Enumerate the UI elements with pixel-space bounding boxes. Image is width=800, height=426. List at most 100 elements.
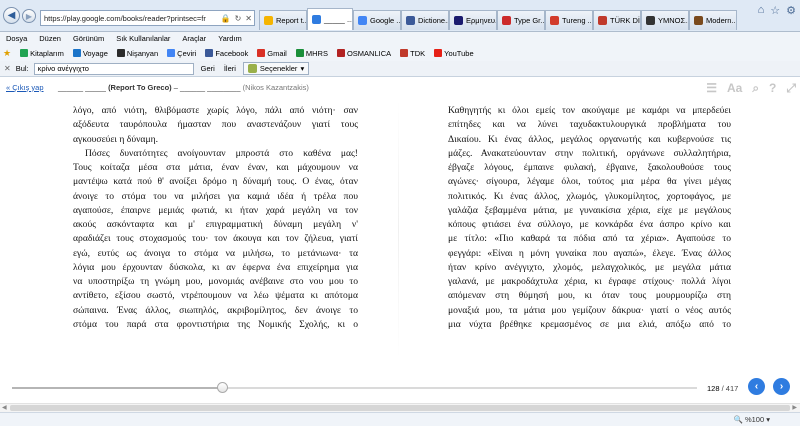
star-icon[interactable]: ☆ [770,4,780,17]
chevron-right-icon: › [779,381,784,392]
text-line: αξόδευτα ταυρόπουλα ήμασταν που αναστενά… [73,119,358,131]
zoom-level[interactable]: 🔍 %100 ▾ [734,415,770,424]
find-prev-button[interactable]: Geri [199,64,217,73]
favorite-link[interactable]: MHRS [295,48,328,58]
home-icon[interactable]: ⌂ [758,4,765,17]
search-icon[interactable]: ⌕ [752,81,759,96]
reader-tools: ☰ Aa ⌕ ? ⤢ [706,81,796,96]
browser-tab[interactable]: Modern... [689,10,737,30]
tab-favicon-icon [502,16,511,25]
favorite-label: Gmail [267,48,287,58]
refresh-icon[interactable]: ↻ [233,14,244,23]
previous-page-button[interactable]: ‹ [748,378,765,395]
back-button[interactable]: ◀ [3,7,20,24]
favorite-favicon-icon [336,49,345,57]
text-line: εγώ, ευτύς ως άνοιγα το στόμα να μιλήσω,… [73,247,358,259]
page-slider-handle[interactable] [217,382,229,393]
horizontal-scrollbar[interactable]: ◀ ▶ [0,403,800,412]
favorite-link[interactable]: Çeviri [167,49,196,58]
favorite-label: OSMANLICA [346,48,392,58]
zoom-value: %100 [744,415,765,424]
browser-tab[interactable]: ΥΜΝΟΣ... [641,10,689,30]
favorite-favicon-icon [295,49,304,57]
tab-label: Tureng ... [562,16,593,25]
menu-item[interactable]: Sık Kullanılanlar [116,34,170,43]
text-line: στόμα του παρά στα φροντιστήρια της Νομι… [73,318,358,330]
gear-icon[interactable]: ⚙ [786,4,796,17]
favorite-label: Facebook [215,48,249,58]
scrollbar-thumb[interactable] [10,405,790,411]
menu-item[interactable]: Yardım [218,34,242,43]
favorite-link[interactable]: Gmail [257,49,287,58]
browser-tab[interactable]: Dictione... [401,10,449,30]
text-line: άνοιγε το στόμα του να μιλήσει για καμιά… [73,190,358,202]
text-line: Τους κοίταζα μέσα στα μάτια, έναν έναν, … [73,162,358,173]
page-number: 128 / 417 [707,384,738,393]
tab-label: _____ ... [324,15,353,24]
favorite-link[interactable]: Voyage [72,49,108,58]
browser-tab[interactable]: _____ ...✕ [307,8,353,30]
favorites-star-icon[interactable]: ★ [3,48,11,59]
favorite-link[interactable]: TDK [400,49,425,58]
book-title: ______ _____ (Report To Greco) – ______ … [58,83,309,92]
favorite-favicon-icon [434,49,443,57]
find-label: Bul: [15,64,29,73]
browser-tab[interactable]: Tureng ... [545,10,593,30]
text-line: σώπαινα. Ένας άλλος, σιωπηλός, ακριβομίλ… [73,304,358,316]
favorite-link[interactable]: Kitaplarım [20,49,64,58]
page-slider-track[interactable] [12,387,697,389]
favorite-label: MHRS [305,48,328,58]
scroll-left-icon[interactable]: ◀ [2,404,7,411]
find-options-button[interactable]: Seçenekler ▾ [242,62,310,75]
help-icon[interactable]: ? [769,81,776,96]
favorite-link[interactable]: Facebook [205,49,248,58]
fullscreen-icon[interactable]: ⤢ [786,81,796,96]
favorite-favicon-icon [400,49,409,57]
close-icon[interactable]: ✕ [243,14,254,23]
favorites-bar: ★ Kitaplarım Voyage Nişanyan Çeviri Facebook… [0,45,800,61]
browser-tab[interactable]: Report t... [259,10,307,30]
title-separator: – [171,82,181,92]
tab-strip: Report t..._____ ...✕ Google ... Dictione.… [259,8,737,32]
browser-tab[interactable]: Google ... [353,10,401,30]
font-size-icon[interactable]: Aa [727,81,742,96]
browser-tab[interactable]: TÜRK Dİ... [593,10,641,30]
tab-favicon-icon [598,16,607,25]
chevron-left-icon: ‹ [754,381,759,392]
menu-item[interactable]: Görünüm [73,34,104,43]
text-line: με τίτλο: «Πιο καθαρά τα πόδια από τα χέ… [448,233,731,245]
find-next-button[interactable]: İleri [222,64,238,73]
forward-button[interactable]: ▶ [22,9,36,23]
find-close-icon[interactable]: ✕ [4,64,11,73]
menu-item[interactable]: Düzen [39,34,61,43]
browser-tab[interactable]: Type Gr... [497,10,545,30]
favorite-label: Kitaplarım [30,48,64,58]
page-gutter [398,98,399,360]
exit-reader-link[interactable]: « Çıkış yap [6,83,44,92]
tab-favicon-icon [454,16,463,25]
text-line: αντίθετο, εξίσου σωστό, ντρέπουμουν να λ… [73,290,358,302]
address-bar[interactable]: https://play.google.com/books/reader?pri… [40,10,255,26]
page-total: / 417 [719,384,739,393]
menu-item[interactable]: Araçlar [182,34,206,43]
next-page-button[interactable]: › [773,378,790,395]
favorite-link[interactable]: YouTube [434,49,474,58]
lock-icon: 🔒 [220,13,231,23]
tab-label: Modern... [706,16,737,25]
chevron-down-icon: ▾ [766,415,770,424]
tab-favicon-icon [358,16,367,25]
title-english: (Report To Greco) [108,82,172,92]
browser-tab[interactable]: Ερμηνευ... [449,10,497,30]
menu-item[interactable]: Dosya [6,34,27,43]
tab-favicon-icon [550,16,559,25]
contents-icon[interactable]: ☰ [706,81,717,96]
window-tools: ⌂ ☆ ⚙ [758,4,796,17]
find-input[interactable] [33,62,194,75]
text-line: έβγαζε λόγους, έμπαινε φυλακή, έβγαινε, … [448,162,731,173]
text-line: να υποστηρίξω τη γνώμη μου, μονομιάς ανέ… [73,276,358,287]
scroll-right-icon[interactable]: ▶ [792,404,797,411]
favorite-link[interactable]: OSMANLICA [336,48,392,58]
favorite-link[interactable]: Nişanyan [116,49,158,58]
favorite-label: TDK [410,48,426,58]
menu-bar: Dosya Düzen Görünüm Sık Kullanılanlar Araçla… [0,32,800,45]
